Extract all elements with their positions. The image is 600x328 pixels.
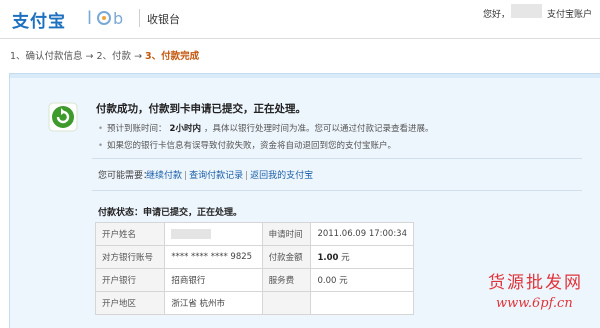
success-title: 付款成功，付款到卡申请已提交，正在处理。	[96, 103, 306, 115]
apply-time-label: 申请时间	[261, 222, 312, 246]
bullet-dot-icon: •	[98, 141, 104, 151]
arrival-time-suffix: ，具体以银行处理时间为准。您可以通过付款记录查看进展。	[203, 124, 434, 134]
amount-value: 1.00 元	[310, 245, 414, 269]
step-confirm: 1、确认付款信息	[10, 51, 83, 62]
masked-username	[511, 4, 542, 18]
panel-top-strip	[10, 74, 600, 78]
bank-account-value: **** **** **** 9825	[164, 245, 263, 269]
progress-steps: 1、确认付款信息 → 2、付款 → 3、付款完成	[10, 48, 199, 62]
table-row: 对方银行账号 **** **** **** 9825 付款金额 1.00 元	[94, 245, 414, 269]
step-arrow-icon: →	[134, 51, 143, 62]
apply-time-value: 2011.06.09 17:00:34	[310, 222, 414, 246]
link-separator: |	[184, 171, 188, 181]
amount-unit: 元	[341, 253, 350, 263]
alipay-account-link[interactable]: 支付宝账户	[547, 7, 592, 20]
lab-logo-icon: l b	[87, 8, 123, 29]
svg-text:l: l	[87, 8, 92, 29]
table-row: 开户银行 招商银行 服务费 0.00 元	[94, 268, 414, 292]
arrival-time-label: 预计到账时间：	[107, 124, 167, 134]
empty-cell	[310, 291, 414, 315]
payment-status: 付款状态：申请已提交，正在处理。	[98, 208, 243, 218]
watermark-url: www.6pf.cn	[496, 296, 573, 311]
bank-label: 开户银行	[94, 268, 166, 292]
continue-pay-link[interactable]: 继续付款	[146, 171, 182, 181]
region-value: 浙江省 杭州市	[164, 291, 263, 315]
cashier-title: 收银台	[147, 13, 180, 26]
amount-number: 1.00	[317, 253, 339, 263]
step-arrow-icon: →	[85, 51, 94, 62]
bullet-dot-icon: •	[98, 124, 104, 134]
header-bar: 支付宝 l b 收银台 您好， 支付宝账户	[0, 0, 600, 39]
table-row: 开户地区 浙江省 杭州市	[94, 291, 414, 315]
header-divider	[139, 9, 140, 27]
step-pay: 2、付款	[96, 51, 132, 62]
arrival-time-note: • 预计到账时间： 2小时内 ，具体以银行处理时间为准。您可以通过付款记录查看进展。	[98, 122, 433, 134]
query-records-link[interactable]: 查询付款记录	[189, 171, 243, 181]
svg-text:b: b	[113, 9, 123, 28]
masked-name	[171, 228, 212, 239]
success-refresh-icon	[48, 102, 78, 132]
account-name-label: 开户姓名	[94, 222, 166, 246]
amount-label: 付款金额	[261, 245, 312, 269]
failure-refund-note: • 如果您的银行卡信息有误导致付款失败，资金将自动退回到您的支付宝账户。	[98, 139, 396, 151]
table-row: 开户姓名 申请时间 2011.06.09 17:00:34	[94, 222, 414, 246]
link-separator: |	[245, 171, 249, 181]
bank-account-label: 对方银行账号	[94, 245, 166, 269]
arrival-time-value: 2小时内	[169, 124, 201, 134]
bank-value: 招商银行	[164, 268, 263, 292]
action-links: 继续付款 | 查询付款记录 | 返回我的支付宝	[146, 168, 313, 181]
watermark-text: 货源批发网	[488, 273, 583, 293]
empty-cell	[261, 291, 312, 315]
greeting-text: 您好，	[483, 10, 511, 20]
return-account-link[interactable]: 返回我的支付宝	[250, 171, 313, 181]
alipay-logo[interactable]: 支付宝	[12, 7, 66, 32]
actions-label: 您可能需要：	[98, 171, 153, 181]
fee-label: 服务费	[261, 268, 312, 292]
payment-details-table: 开户姓名 申请时间 2011.06.09 17:00:34 对方银行账号 ***…	[94, 222, 414, 315]
region-label: 开户地区	[94, 291, 166, 315]
fee-value: 0.00 元	[310, 268, 414, 292]
failure-refund-text: 如果您的银行卡信息有误导致付款失败，资金将自动退回到您的支付宝账户。	[107, 141, 397, 151]
step-complete: 3、付款完成	[145, 51, 200, 62]
account-name-value	[164, 222, 263, 246]
divider	[92, 190, 582, 191]
divider	[92, 158, 582, 159]
